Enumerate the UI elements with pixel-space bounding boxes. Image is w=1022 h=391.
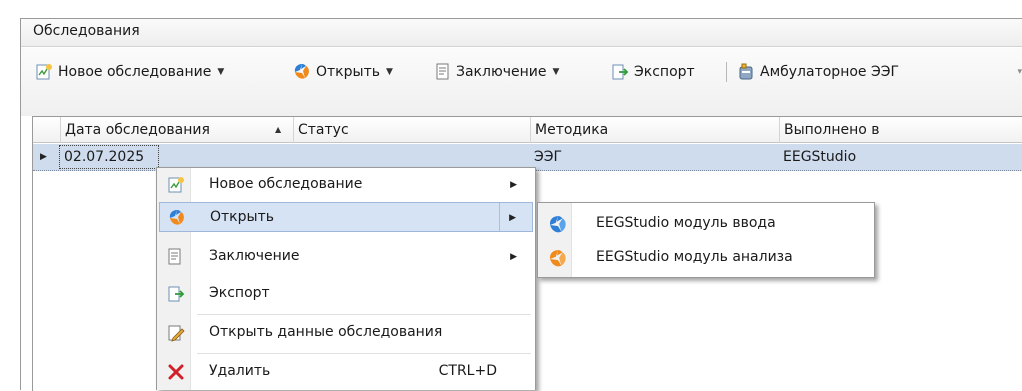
export-label: Экспорт: [634, 64, 695, 80]
toolbar-divider: [726, 62, 727, 82]
column-header-date[interactable]: Дата обследования ▲: [60, 117, 293, 143]
chevron-down-icon[interactable]: ▼: [217, 67, 224, 77]
open-button[interactable]: Открыть ▼: [293, 57, 393, 87]
ambulatory-eeg-button[interactable]: Амбулаторное ЭЭГ: [737, 57, 899, 87]
document-icon: [435, 63, 451, 81]
export-icon: [611, 63, 629, 81]
table-header: Дата обследования ▲ Статус Методика Выпо…: [33, 117, 1022, 143]
menu-item-open[interactable]: Открыть ▶: [159, 202, 533, 232]
menu-item-open-exam-data[interactable]: Открыть данные обследования: [159, 318, 533, 348]
cell-date[interactable]: 02.07.2025: [60, 144, 144, 170]
menu-item-delete[interactable]: Удалить CTRL+D: [159, 357, 533, 387]
eegstudio-orange-icon: [548, 249, 568, 269]
submenu-item-analysis-module[interactable]: EEGStudio модуль анализа: [540, 243, 872, 273]
menu-separator: [197, 314, 531, 315]
submenu-arrow-icon: ▶: [510, 252, 517, 262]
column-header-method[interactable]: Методика: [530, 117, 779, 143]
new-exam-label: Новое обследование: [58, 64, 212, 80]
eegstudio-blue-icon: [548, 215, 568, 235]
shortcut-label: CTRL+D: [438, 363, 497, 379]
eegstudio-logo-icon: [293, 63, 311, 81]
new-exam-button[interactable]: Новое обследование ▼: [35, 57, 224, 87]
menu-separator: [197, 353, 531, 354]
column-header-status[interactable]: Статус: [293, 117, 530, 143]
open-submenu: EEGStudio модуль ввода EEGStudio модуль …: [537, 202, 875, 278]
chevron-down-icon[interactable]: ▼: [553, 67, 560, 77]
open-label: Открыть: [316, 64, 380, 80]
submenu-divider: [499, 203, 500, 231]
row-indicator-header: [33, 117, 60, 143]
menu-item-export[interactable]: Экспорт: [159, 279, 533, 309]
menu-item-conclusion[interactable]: Заключение ▶: [159, 242, 533, 272]
conclusion-label: Заключение: [456, 64, 547, 80]
eegstudio-logo-icon: [168, 209, 186, 227]
document-icon: [167, 248, 183, 266]
new-document-icon: [167, 176, 185, 194]
submenu-arrow-icon: ▶: [509, 213, 516, 223]
context-menu: Новое обследование ▶ Открыть ▶ Заключени…: [156, 167, 536, 390]
sort-ascending-icon: ▲: [275, 125, 282, 134]
column-header-performed-in[interactable]: Выполнено в: [779, 117, 1022, 143]
toolbar-overflow-icon[interactable]: ▾: [1017, 67, 1022, 77]
submenu-item-input-module[interactable]: EEGStudio модуль ввода: [540, 209, 872, 239]
cell-performed-in[interactable]: EEGStudio: [779, 144, 856, 170]
submenu-arrow-icon: ▶: [510, 180, 517, 190]
delete-icon: [167, 363, 185, 381]
chevron-down-icon[interactable]: ▼: [386, 67, 393, 77]
export-button[interactable]: Экспорт: [611, 57, 695, 87]
conclusion-button[interactable]: Заключение ▼: [435, 57, 559, 87]
new-document-icon: [35, 63, 53, 81]
device-icon: [737, 63, 755, 81]
panel-title: Обследования: [33, 23, 140, 39]
edit-icon: [167, 324, 185, 342]
current-row-arrow-icon: ▶: [40, 152, 47, 162]
export-icon: [167, 285, 185, 303]
menu-item-new-exam[interactable]: Новое обследование ▶: [159, 170, 533, 200]
ambulatory-eeg-label: Амбулаторное ЭЭГ: [760, 64, 900, 80]
panel-header: Обследования: [21, 19, 1022, 47]
